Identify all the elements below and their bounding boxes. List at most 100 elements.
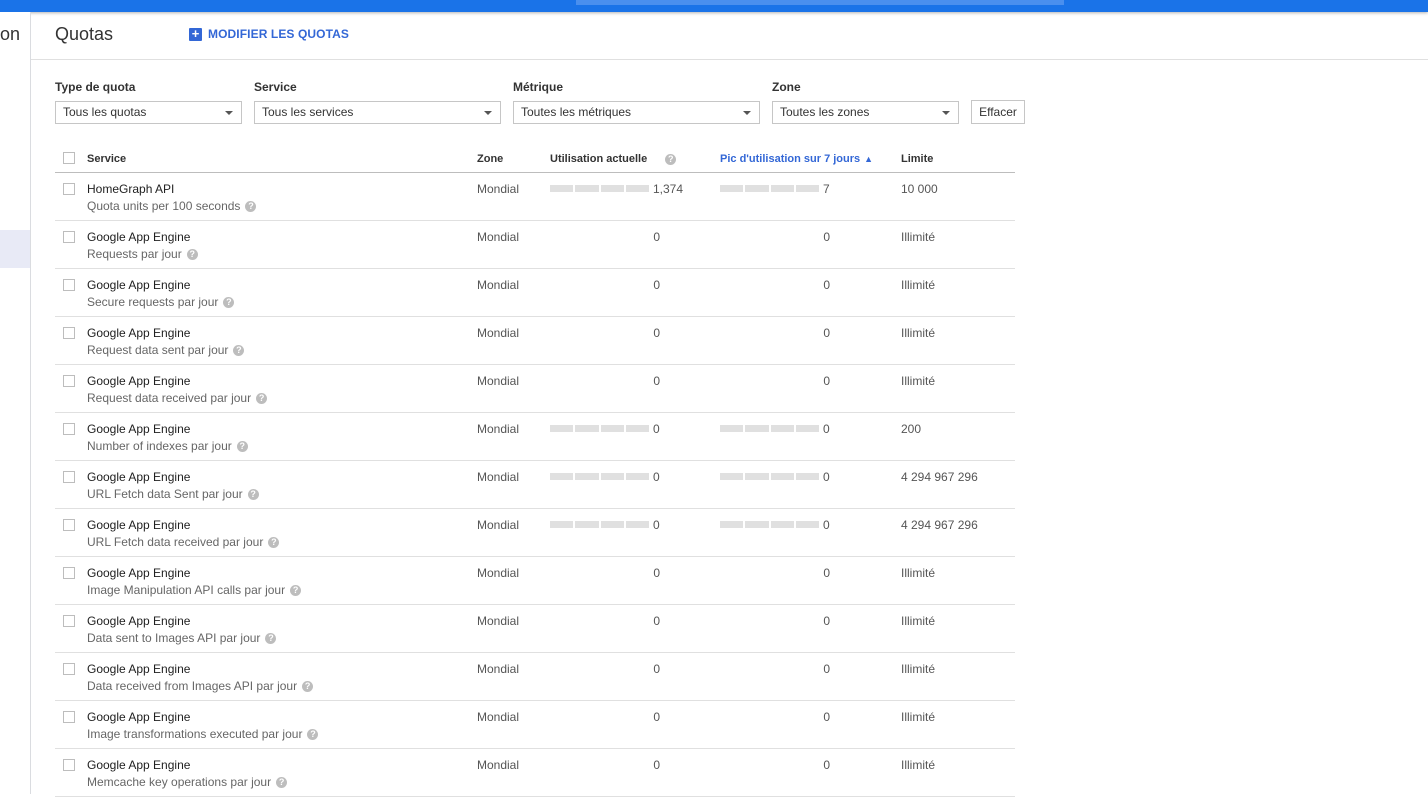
table-row[interactable]: Google App Engine Image transformations e… — [55, 701, 1015, 749]
edit-quotas-label: MODIFIER LES QUOTAS — [208, 27, 350, 41]
table-row[interactable]: Google App Engine Image Manipulation API … — [55, 557, 1015, 605]
current-usage-bar — [550, 473, 649, 480]
row-checkbox[interactable] — [63, 519, 75, 531]
column-header-service[interactable]: Service — [87, 153, 126, 165]
help-icon[interactable]: ? — [186, 249, 198, 261]
service-cell: Google App Engine Request data sent par j… — [87, 326, 245, 357]
table-row[interactable]: Google App Engine URL Fetch data received… — [55, 509, 1015, 557]
service-cell: HomeGraph API Quota units per 100 seconds… — [87, 182, 257, 213]
table-row[interactable]: Google App Engine Request data sent par j… — [55, 317, 1015, 365]
current-usage-value: 0 — [653, 422, 660, 436]
metric-name: Quota units per 100 seconds? — [87, 199, 257, 213]
table-row[interactable]: Google App Engine Data sent to Images API… — [55, 605, 1015, 653]
table-body: HomeGraph API Quota units per 100 seconds… — [55, 173, 1015, 797]
service-select[interactable]: Tous les services — [254, 101, 501, 124]
zone-cell: Mondial — [477, 278, 520, 292]
help-icon[interactable]: ? — [307, 729, 319, 741]
select-value: Tous les services — [262, 105, 354, 119]
help-icon[interactable]: ? — [302, 681, 314, 693]
zone-cell: Mondial — [477, 470, 520, 484]
service-name: Google App Engine — [87, 374, 191, 388]
metric-name: Data received from Images API par jour? — [87, 679, 314, 693]
quota-type-select[interactable]: Tous les quotas — [55, 101, 242, 124]
limit-cell: Illimité — [901, 710, 936, 724]
table-row[interactable]: Google App Engine Memcache key operations… — [55, 749, 1015, 797]
metric-label: Image Manipulation API calls par jour — [87, 583, 286, 597]
limit-cell: Illimité — [901, 662, 936, 676]
row-checkbox[interactable] — [63, 615, 75, 627]
select-all-checkbox[interactable] — [63, 152, 75, 164]
filter-zone: Zone Toutes les zones — [772, 80, 959, 124]
nav-active-item[interactable] — [0, 230, 30, 268]
help-icon[interactable]: ? — [247, 489, 259, 501]
edit-quotas-button[interactable]: + MODIFIER LES QUOTAS — [189, 27, 349, 41]
row-checkbox[interactable] — [63, 759, 75, 771]
service-cell: Google App Engine Secure requests par jou… — [87, 278, 235, 309]
filter-label: Service — [254, 80, 297, 94]
service-name: Google App Engine — [87, 662, 191, 676]
metric-label: Request data sent par jour — [87, 343, 229, 357]
row-checkbox[interactable] — [63, 231, 75, 243]
service-name: Google App Engine — [87, 326, 191, 340]
service-name: Google App Engine — [87, 518, 191, 532]
limit-cell: 10 000 — [901, 182, 938, 196]
sort-ascending-icon: ▲ — [864, 154, 874, 164]
top-app-bar — [0, 0, 1428, 12]
current-usage-bar — [550, 521, 649, 528]
table-row[interactable]: Google App Engine Secure requests par jou… — [55, 269, 1015, 317]
row-checkbox[interactable] — [63, 279, 75, 291]
help-icon[interactable]: ? — [276, 777, 288, 789]
row-checkbox[interactable] — [63, 567, 75, 579]
limit-cell: 200 — [901, 422, 922, 436]
metric-name: Number of indexes par jour? — [87, 439, 248, 453]
current-usage-value: 0 — [653, 662, 660, 676]
row-checkbox[interactable] — [63, 471, 75, 483]
table-row[interactable]: Google App Engine Number of indexes par j… — [55, 413, 1015, 461]
help-icon[interactable]: ? — [268, 537, 280, 549]
metric-label: Image transformations executed par jour — [87, 727, 303, 741]
current-usage-value: 0 — [653, 566, 660, 580]
help-icon[interactable]: ? — [245, 201, 257, 213]
search-bar[interactable] — [576, 0, 1064, 5]
help-icon[interactable]: ? — [265, 633, 277, 645]
column-header-limit[interactable]: Limite — [901, 153, 933, 165]
table-row[interactable]: Google App Engine Request data received p… — [55, 365, 1015, 413]
table-row[interactable]: Google App Engine URL Fetch data Sent par… — [55, 461, 1015, 509]
clear-filters-button[interactable]: Effacer — [971, 100, 1025, 124]
help-icon[interactable]: ? — [223, 297, 235, 309]
help-icon[interactable]: ? — [233, 345, 245, 357]
row-checkbox[interactable] — [63, 327, 75, 339]
metric-name: Secure requests par jour? — [87, 295, 235, 309]
peak-usage-value: 7 — [823, 182, 830, 196]
row-checkbox[interactable] — [63, 663, 75, 675]
metric-name: Data sent to Images API par jour? — [87, 631, 277, 645]
zone-cell: Mondial — [477, 566, 520, 580]
row-checkbox[interactable] — [63, 423, 75, 435]
row-checkbox[interactable] — [63, 183, 75, 195]
help-icon[interactable]: ? — [665, 153, 677, 165]
zone-cell: Mondial — [477, 230, 520, 244]
help-icon[interactable]: ? — [290, 585, 302, 597]
column-header-zone[interactable]: Zone — [477, 153, 503, 165]
row-checkbox[interactable] — [63, 375, 75, 387]
metric-label: URL Fetch data Sent par jour — [87, 487, 243, 501]
limit-cell: Illimité — [901, 278, 936, 292]
row-checkbox[interactable] — [63, 711, 75, 723]
help-icon[interactable]: ? — [256, 393, 268, 405]
metric-name: Request data sent par jour? — [87, 343, 245, 357]
service-name: Google App Engine — [87, 758, 191, 772]
metric-name: URL Fetch data Sent par jour? — [87, 487, 259, 501]
metric-select[interactable]: Toutes les métriques — [513, 101, 760, 124]
column-header-current[interactable]: Utilisation actuelle? — [550, 153, 677, 165]
table-row[interactable]: Google App Engine Requests par jour? Mondi… — [55, 221, 1015, 269]
column-header-peak[interactable]: Pic d'utilisation sur 7 jours ▲ — [720, 153, 873, 165]
current-usage-bar — [550, 425, 649, 432]
metric-label: Memcache key operations par jour — [87, 775, 272, 789]
current-usage-value: 0 — [653, 470, 660, 484]
service-name: Google App Engine — [87, 230, 191, 244]
zone-select[interactable]: Toutes les zones — [772, 101, 959, 124]
table-row[interactable]: Google App Engine Data received from Imag… — [55, 653, 1015, 701]
table-row[interactable]: HomeGraph API Quota units per 100 seconds… — [55, 173, 1015, 221]
current-usage-value: 0 — [653, 278, 660, 292]
help-icon[interactable]: ? — [236, 441, 248, 453]
